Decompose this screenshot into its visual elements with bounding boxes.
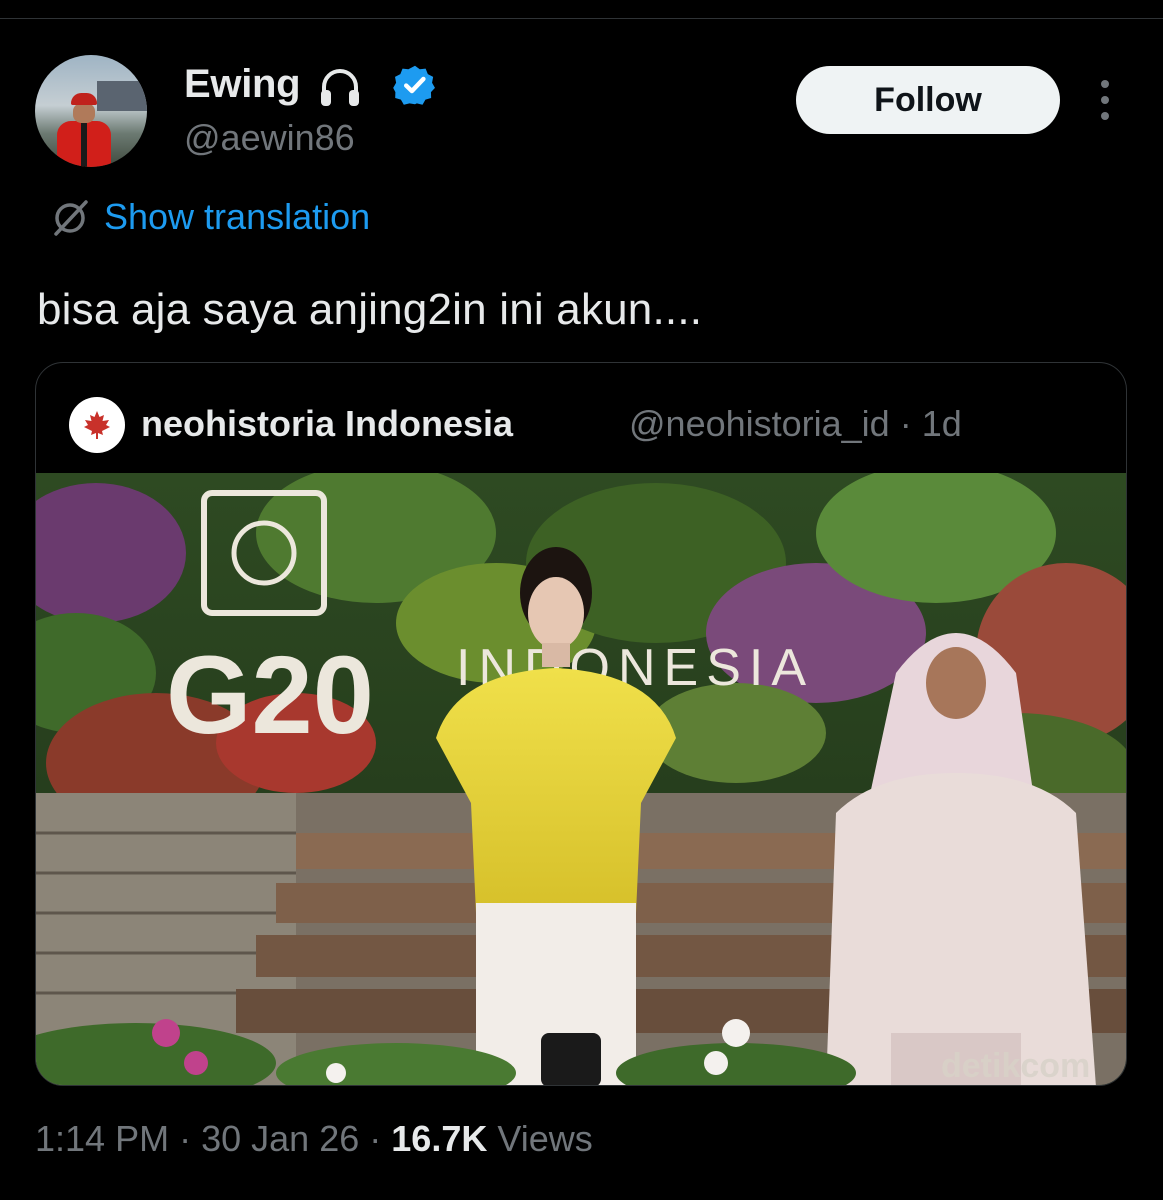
translate-icon[interactable] — [48, 196, 92, 240]
author-avatar[interactable] — [35, 55, 147, 167]
show-translation-link[interactable]: Show translation — [104, 196, 370, 238]
maple-leaf-icon — [84, 411, 110, 439]
tweet-text: bisa aja saya anjing2in ini akun.... — [37, 285, 703, 334]
quoted-tweet-age: 1d — [921, 403, 962, 444]
author-name[interactable]: Ewing — [184, 62, 301, 107]
more-options-icon[interactable] — [1093, 80, 1117, 120]
views-count: 16.7K — [391, 1118, 488, 1159]
top-divider — [0, 18, 1163, 19]
quoted-author-handle[interactable]: @neohistoria_id — [629, 403, 890, 444]
tweet-meta: 1:14 PM · 30 Jan 26 · 16.7K Views — [35, 1118, 593, 1160]
meta-separator: · — [179, 1118, 192, 1159]
tweet-time[interactable]: 1:14 PM — [35, 1118, 169, 1159]
meta-separator: · — [899, 403, 912, 444]
image-watermark: detikcom — [941, 1047, 1090, 1085]
quoted-author-meta: @neohistoria_id · 1d — [629, 403, 962, 445]
headphones-icon — [321, 69, 359, 106]
quoted-tweet-photo[interactable]: G20 INDONESIA detikcom — [36, 473, 1126, 1085]
quoted-author-name[interactable]: neohistoria Indonesia — [141, 403, 513, 445]
meta-separator: · — [369, 1118, 382, 1159]
quoted-tweet-card[interactable]: neohistoria Indonesia @neohistoria_id · … — [35, 362, 1127, 1086]
author-handle[interactable]: @aewin86 — [184, 117, 355, 159]
tweet-date[interactable]: 30 Jan 26 — [201, 1118, 359, 1159]
svg-text:G20: G20 — [166, 634, 374, 757]
views-label: Views — [497, 1118, 593, 1159]
quoted-author-avatar[interactable] — [69, 397, 125, 453]
follow-button[interactable]: Follow — [796, 66, 1060, 134]
verified-icon — [393, 65, 435, 105]
